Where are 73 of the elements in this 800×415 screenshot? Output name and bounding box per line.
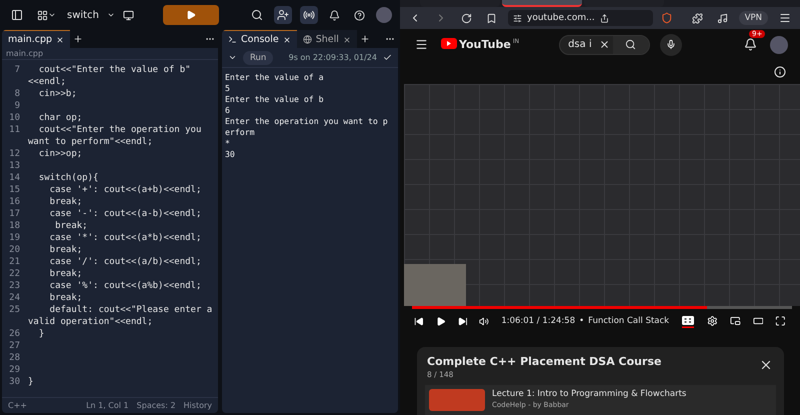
playlist-title: Complete C++ Placement DSA Course — [427, 355, 662, 368]
console-output-line: 6 — [225, 105, 231, 116]
code-line: default: cout<<"Please enter a — [48, 304, 212, 316]
time-display: 1:06:01 / 1:24:58 — [501, 316, 576, 326]
line-number: 16 — [8, 196, 21, 208]
line-number: 10 — [8, 112, 21, 124]
code-line: } — [28, 376, 34, 388]
video-title: Lecture 1: Intro to Programming & Flowcharts — [492, 389, 686, 399]
line-number: 28 — [8, 352, 21, 364]
line-number: 17 — [8, 208, 21, 220]
code-line: case '/': cout<<(a/b)<<endl; — [48, 256, 202, 268]
line-number: 24 — [8, 292, 21, 304]
line-number: 23 — [8, 280, 21, 292]
run-timing: 9s on 22:09:33, 01/24 — [288, 53, 377, 62]
console-output-line: erform — [225, 127, 256, 138]
line-number: 27 — [8, 340, 21, 352]
code-line: case '*': cout<<(a*b)<<endl; — [48, 232, 202, 244]
language-label: C++ — [8, 401, 27, 410]
code-line: } — [38, 328, 44, 340]
line-number: 20 — [8, 244, 21, 256]
line-number: 13 — [8, 160, 21, 172]
line-number: 11 — [8, 124, 21, 136]
code-line: break; — [48, 196, 82, 208]
code-line: cin>>op; — [38, 148, 82, 160]
code-line: char op; — [38, 112, 82, 124]
line-number: 21 — [8, 256, 21, 268]
code-line: <<endl; — [27, 76, 67, 88]
indent-setting[interactable]: Spaces: 2 — [136, 401, 176, 410]
code-line: switch(op){ — [38, 172, 98, 184]
code-line: case '%': cout<<(a%b)<<endl; — [48, 280, 202, 292]
line-number: 18 — [8, 220, 21, 232]
code-line: break; — [48, 268, 82, 280]
code-line: case '+': cout<<(a+b)<<endl; — [48, 184, 202, 196]
code-line: cin>>b; — [38, 88, 77, 100]
line-number: 7 — [14, 64, 21, 76]
console-output-line: Enter the operation you want to p — [225, 116, 389, 127]
console-output-line: 30 — [225, 149, 236, 160]
code-line: valid operation"<<endl; — [27, 316, 154, 328]
console-output-line: Enter the value of a — [225, 72, 325, 83]
line-number: 29 — [8, 364, 21, 376]
line-number: 8 — [14, 88, 21, 100]
line-number: 25 — [8, 304, 21, 316]
line-number: 22 — [8, 268, 21, 280]
code-line: cout<<"Enter the operation you — [38, 124, 202, 136]
code-line: break; — [48, 244, 82, 256]
code-line: break; — [48, 292, 82, 304]
editor-tab[interactable]: main.cpp — [2, 30, 70, 48]
cursor-position: Ln 1, Col 1 — [86, 401, 129, 410]
console-output-line: Enter the value of b — [225, 94, 325, 105]
project-name[interactable]: switch — [67, 10, 99, 20]
console-tab[interactable]: Console — [222, 30, 297, 48]
file-breadcrumb[interactable]: main.cpp — [6, 49, 44, 58]
run-button[interactable]: Run — [243, 50, 274, 64]
line-number: 12 — [8, 148, 21, 160]
console-tab[interactable]: Shell — [296, 30, 357, 48]
code-line: case '-': cout<<(a-b)<<endl; — [48, 208, 202, 220]
code-line: want to perform"<<endl; — [27, 136, 154, 148]
vpn-button[interactable]: VPN — [738, 11, 768, 25]
line-number: 30 — [8, 376, 21, 388]
separator-dot: • — [579, 316, 584, 326]
line-number: 15 — [8, 184, 21, 196]
chapter-title[interactable]: Function Call Stack — [588, 316, 670, 326]
youtube-logo[interactable]: YouTube — [459, 38, 511, 51]
console-output-line: * — [225, 138, 231, 149]
line-number: 19 — [8, 232, 21, 244]
line-number: 9 — [14, 100, 21, 112]
console-output-line: 5 — [225, 83, 231, 94]
code-line: cout<<"Enter the value of b" — [38, 64, 191, 76]
line-number: 26 — [8, 328, 21, 340]
line-number: 14 — [8, 172, 21, 184]
address-field[interactable]: youtube.com... — [508, 10, 654, 26]
code-line: break; — [54, 220, 88, 232]
history-link[interactable]: History — [184, 401, 212, 410]
